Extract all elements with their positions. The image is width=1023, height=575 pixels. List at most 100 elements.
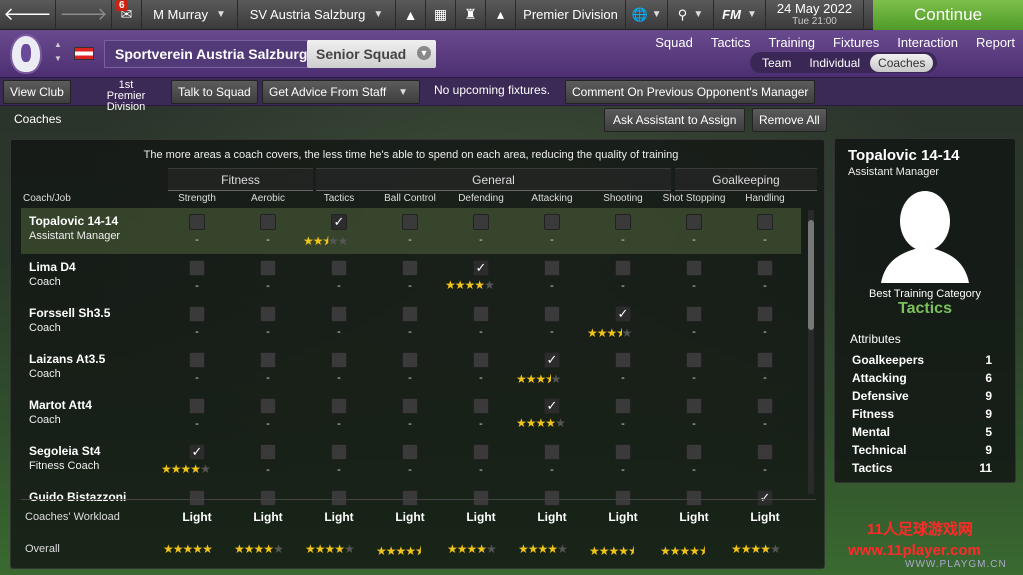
get-advice-button[interactable]: Get Advice From Staff ▼ — [262, 80, 420, 104]
forward-arrow-icon[interactable]: 🡒 — [56, 0, 112, 29]
coach-name[interactable]: Topalovic 14-14 — [29, 214, 118, 228]
training-area-checkbox[interactable] — [615, 352, 631, 368]
club-menu[interactable]: SV Austria Salzburg ▼ — [238, 0, 396, 29]
training-area-checkbox[interactable] — [402, 490, 418, 506]
training-area-checkbox[interactable] — [260, 444, 276, 460]
coach-row[interactable]: Segoleia St4 Fitness Coach ✓ ★★★★★ - - - - - - - - — [21, 438, 801, 484]
nav-fixtures[interactable]: Fixtures — [833, 35, 879, 50]
training-area-checkbox[interactable] — [686, 260, 702, 276]
coach-row[interactable]: Forssell Sh3.5 Coach - - - - - - ✓ ★★★⯨★ - - — [21, 300, 801, 346]
tab-individual[interactable]: Individual — [801, 54, 868, 72]
training-area-checkbox[interactable] — [473, 306, 489, 322]
training-area-checkbox[interactable] — [686, 352, 702, 368]
training-area-checkbox[interactable] — [260, 398, 276, 414]
training-area-checkbox[interactable] — [615, 214, 631, 230]
coach-row[interactable]: Guido Bistazzoni--------✓- — [21, 484, 801, 506]
remove-all-button[interactable]: Remove All — [752, 108, 827, 132]
fm-menu[interactable]: FM ▼ — [714, 0, 766, 29]
training-area-checkbox[interactable] — [189, 352, 205, 368]
training-area-checkbox[interactable] — [331, 306, 347, 322]
training-area-checkbox[interactable] — [402, 398, 418, 414]
training-area-checkbox[interactable]: ✓ — [615, 306, 631, 322]
training-area-checkbox[interactable] — [615, 490, 631, 506]
scrollbar-thumb[interactable] — [808, 220, 814, 330]
training-area-checkbox[interactable] — [189, 490, 205, 506]
training-area-checkbox[interactable]: ✓ — [544, 398, 560, 414]
coach-row[interactable]: Lima D4 Coach - - - - ✓ ★★★★★ - - - - — [21, 254, 801, 300]
tab-coaches[interactable]: Coaches — [870, 53, 934, 72]
comment-opponent-button[interactable]: Comment On Previous Opponent's Manager — [565, 80, 816, 104]
training-area-checkbox[interactable] — [473, 214, 489, 230]
training-area-checkbox[interactable] — [544, 260, 560, 276]
competition-link[interactable]: Premier Division — [516, 0, 626, 29]
trophy-icon[interactable]: ♜ — [456, 0, 486, 29]
search-menu[interactable]: ⚲ ▼ — [668, 0, 714, 29]
training-area-checkbox[interactable] — [260, 490, 276, 506]
training-area-checkbox[interactable] — [331, 444, 347, 460]
training-area-checkbox[interactable]: ✓ — [473, 260, 489, 276]
training-area-checkbox[interactable] — [189, 214, 205, 230]
training-area-checkbox[interactable] — [260, 306, 276, 322]
training-area-checkbox[interactable] — [686, 214, 702, 230]
coach-row[interactable]: Topalovic 14-14 Assistant Manager - - ✓ ★★⯨★★… — [21, 208, 801, 254]
coach-name[interactable]: Segoleia St4 — [29, 444, 100, 458]
coach-row[interactable]: Martot Att4 Coach - - - - - ✓ ★★★★★ - - - — [21, 392, 801, 438]
training-area-checkbox[interactable]: ✓ — [757, 490, 773, 506]
training-area-checkbox[interactable]: ✓ — [544, 352, 560, 368]
training-area-checkbox[interactable] — [757, 444, 773, 460]
training-area-checkbox[interactable] — [544, 306, 560, 322]
training-area-checkbox[interactable] — [331, 490, 347, 506]
training-area-checkbox[interactable] — [473, 398, 489, 414]
club-crest[interactable] — [10, 34, 42, 74]
training-area-checkbox[interactable] — [402, 214, 418, 230]
coach-name[interactable]: Forssell Sh3.5 — [29, 306, 110, 320]
training-area-checkbox[interactable] — [757, 260, 773, 276]
training-area-checkbox[interactable]: ✓ — [331, 214, 347, 230]
world-menu[interactable]: 🌐 ▼ — [626, 0, 668, 29]
training-area-checkbox[interactable] — [260, 260, 276, 276]
scrollbar[interactable] — [808, 210, 814, 494]
training-area-checkbox[interactable] — [189, 306, 205, 322]
nav-squad[interactable]: Squad — [655, 35, 693, 50]
training-area-checkbox[interactable] — [189, 260, 205, 276]
training-area-checkbox[interactable] — [686, 490, 702, 506]
training-area-checkbox[interactable] — [331, 260, 347, 276]
training-area-checkbox[interactable] — [544, 490, 560, 506]
coach-row[interactable]: Laizans At3.5 Coach - - - - - ✓ ★★★⯨★ - - - — [21, 346, 801, 392]
tab-team[interactable]: Team — [754, 54, 799, 72]
training-area-checkbox[interactable] — [757, 398, 773, 414]
training-area-checkbox[interactable] — [686, 398, 702, 414]
training-area-checkbox[interactable] — [402, 444, 418, 460]
coach-name[interactable]: Lima D4 — [29, 260, 76, 274]
profile-name[interactable]: Topalovic 14-14 — [848, 147, 959, 164]
coach-name[interactable]: Laizans At3.5 — [29, 352, 105, 366]
club-switcher[interactable]: ▲ ▼ — [54, 38, 62, 66]
training-area-checkbox[interactable] — [544, 214, 560, 230]
training-area-checkbox[interactable] — [402, 260, 418, 276]
training-area-checkbox[interactable] — [544, 444, 560, 460]
training-area-checkbox[interactable] — [757, 214, 773, 230]
tactics-board-icon[interactable]: ▲ — [396, 0, 426, 29]
training-area-checkbox[interactable] — [757, 306, 773, 322]
training-area-checkbox[interactable] — [331, 398, 347, 414]
nav-interaction[interactable]: Interaction — [897, 35, 958, 50]
training-area-checkbox[interactable] — [615, 444, 631, 460]
training-area-checkbox[interactable] — [473, 352, 489, 368]
training-area-checkbox[interactable] — [757, 352, 773, 368]
training-area-checkbox[interactable]: ✓ — [189, 444, 205, 460]
nav-tactics[interactable]: Tactics — [711, 35, 751, 50]
training-area-checkbox[interactable] — [189, 398, 205, 414]
training-area-checkbox[interactable] — [331, 352, 347, 368]
ask-assistant-button[interactable]: Ask Assistant to Assign — [604, 108, 746, 132]
training-area-checkbox[interactable] — [615, 260, 631, 276]
back-arrow-icon[interactable]: 🡐 — [0, 0, 56, 29]
training-area-checkbox[interactable] — [260, 214, 276, 230]
training-area-checkbox[interactable] — [615, 398, 631, 414]
training-area-checkbox[interactable] — [686, 444, 702, 460]
squad-selector[interactable]: Senior Squad ▼ — [307, 40, 436, 68]
training-area-checkbox[interactable] — [402, 352, 418, 368]
coach-name[interactable]: Guido Bistazzoni — [29, 490, 126, 504]
calendar-icon[interactable]: ▦ — [426, 0, 456, 29]
manager-menu[interactable]: M Murray ▼ — [142, 0, 238, 29]
training-area-checkbox[interactable] — [686, 306, 702, 322]
